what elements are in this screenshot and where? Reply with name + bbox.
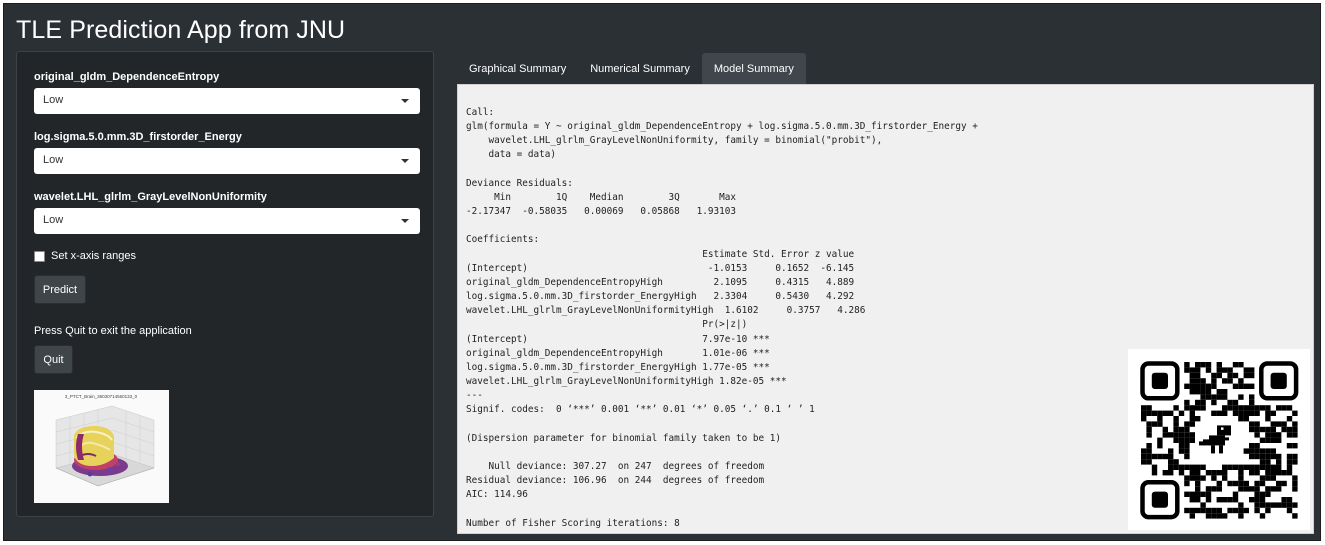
output-line: (Intercept) -1.0153 0.1652 -6.145 xyxy=(466,262,855,274)
input-label-gray-level-nonuniformity: wavelet.LHL_glrlm_GrayLevelNonUniformity xyxy=(34,191,267,203)
x-axis-range-label: Set x-axis ranges xyxy=(51,250,136,262)
output-line: Number of Fisher Scoring iterations: 8 xyxy=(466,517,680,529)
output-line: Estimate Std. Error z value xyxy=(702,248,855,260)
output-line: Call: xyxy=(466,107,495,118)
quit-instruction: Press Quit to exit the application xyxy=(34,325,192,337)
input-label-firstorder-energy: log.sigma.5.0.mm.3D_firstorder_Energy xyxy=(34,131,242,143)
quit-button[interactable]: Quit xyxy=(34,345,73,374)
select-value: Low xyxy=(43,154,64,166)
output-line: original_gldm_DependenceEntropyHigh 2.10… xyxy=(466,276,855,288)
output-line: wavelet.LHL_glrlm_GrayLevelNonUniformity… xyxy=(466,305,866,317)
chevron-down-icon xyxy=(401,159,409,163)
output-line: AIC: 114.96 xyxy=(466,489,528,501)
output-line: log.sigma.5.0.mm.3D_firstorder_EnergyHig… xyxy=(466,291,855,303)
model-summary-text: Call: glm(formula = Y ~ original_gldm_De… xyxy=(466,106,978,531)
chevron-down-icon xyxy=(401,219,409,223)
output-line: Null deviance: 307.27 on 247 degrees of … xyxy=(488,460,765,472)
select-value: Low xyxy=(43,94,64,106)
tab-graphical-summary[interactable]: Graphical Summary xyxy=(457,53,578,84)
sidebar-panel: original_gldm_DependenceEntropy Low log.… xyxy=(16,51,434,517)
output-line: --- xyxy=(466,390,483,402)
select-value: Low xyxy=(43,214,64,226)
tab-bar: Graphical Summary Numerical Summary Mode… xyxy=(457,53,806,84)
select-gray-level-nonuniformity[interactable]: Low xyxy=(34,208,420,234)
output-line: wavelet.LHL_glrlm_GrayLevelNonUniformity… xyxy=(466,375,787,387)
output-line: log.sigma.5.0.mm.3D_firstorder_EnergyHig… xyxy=(466,361,770,373)
3d-plot-graphic: 3_PTCT_Brain_36030714560133_0 xyxy=(55,394,155,487)
output-line: Deviance Residuals: xyxy=(466,177,573,189)
output-line: Signif. codes: 0 ‘***’ 0.001 ‘**’ 0.01 ‘… xyxy=(466,404,815,416)
plot-title: 3_PTCT_Brain_36030714560133_0 xyxy=(65,394,138,399)
output-line: wavelet.LHL_glrlm_GrayLevelNonUniformity… xyxy=(488,135,883,147)
output-line: original_gldm_DependenceEntropyHigh 1.01… xyxy=(466,347,770,359)
predict-button[interactable]: Predict xyxy=(34,275,86,304)
app-title: TLE Prediction App from JNU xyxy=(16,16,346,44)
output-line: (Dispersion parameter for binomial famil… xyxy=(466,432,782,444)
output-line: glm(formula = Y ~ original_gldm_Dependen… xyxy=(466,121,978,133)
qr-code xyxy=(1128,349,1310,530)
qr-code-graphic xyxy=(1140,361,1299,520)
output-line: Residual deviance: 106.96 on 244 degrees… xyxy=(466,475,765,487)
output-line: -2.17347 -0.58035 0.00069 0.05868 1.9310… xyxy=(466,206,737,218)
output-line: Coefficients: xyxy=(466,234,540,246)
app-window: TLE Prediction App from JNU original_gld… xyxy=(3,3,1321,541)
output-line: (Intercept) 7.97e-10 *** xyxy=(466,333,770,345)
tab-model-summary[interactable]: Model Summary xyxy=(701,53,806,84)
input-label-dependence-entropy: original_gldm_DependenceEntropy xyxy=(34,71,220,83)
x-axis-range-checkbox[interactable] xyxy=(34,250,45,262)
tab-numerical-summary[interactable]: Numerical Summary xyxy=(578,53,702,84)
output-line: Min 1Q Median 3Q Max xyxy=(494,191,737,203)
output-line: data = data) xyxy=(488,149,557,161)
x-axis-range-option[interactable]: Set x-axis ranges xyxy=(34,248,136,264)
select-firstorder-energy[interactable]: Low xyxy=(34,148,420,174)
3d-plot: 3_PTCT_Brain_36030714560133_0 xyxy=(34,390,169,503)
chevron-down-icon xyxy=(401,99,409,103)
select-dependence-entropy[interactable]: Low xyxy=(34,88,420,114)
output-line: Pr(>|z|) xyxy=(702,319,748,331)
